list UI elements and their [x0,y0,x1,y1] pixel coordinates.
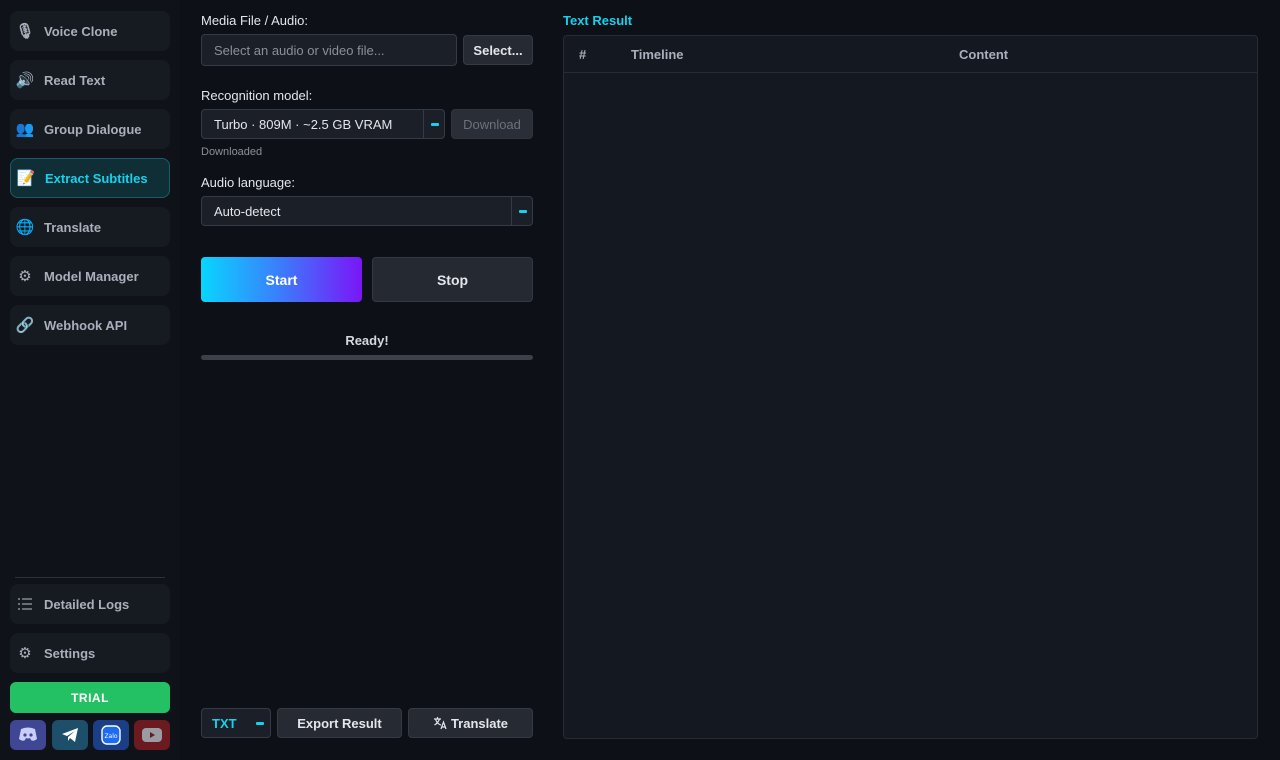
chevron-down-icon[interactable] [511,196,533,226]
progress-bar [201,355,533,360]
microphone-icon: 🎙 [15,22,35,40]
model-status-text: Downloaded [201,146,263,158]
sidebar-item-group-dialogue[interactable]: 👥 Group Dialogue [10,109,170,149]
gear-icon: ⚙ [18,267,32,285]
zalo-icon: Zalo [101,725,121,745]
people-icon: 👥 [15,120,35,138]
svg-text:Zalo: Zalo [104,733,117,740]
audio-language-select[interactable]: Auto-detect [201,196,533,226]
start-button[interactable]: Start [201,257,362,302]
sidebar-item-webhook-api[interactable]: 🔗 Webhook API [10,305,170,345]
recognition-model-select[interactable]: Turbo · 809M · ~2.5 GB VRAM [201,109,445,139]
gear-icon: ⚙ [18,644,32,662]
youtube-button[interactable] [134,720,170,750]
sidebar-item-label: Settings [44,645,96,661]
sidebar-item-voice-clone[interactable]: 🎙 Voice Clone [10,11,170,51]
sidebar-item-label: Group Dialogue [44,121,142,137]
result-title: Text Result [563,13,633,28]
discord-button[interactable] [10,720,46,750]
chevron-down-icon [256,722,264,725]
export-result-button[interactable]: Export Result [277,708,402,738]
download-model-button[interactable]: Download [451,109,533,139]
sidebar-item-label: Model Manager [44,268,139,284]
list-icon [14,593,36,615]
column-header-timeline[interactable]: Timeline [631,47,684,62]
discord-icon [19,727,37,741]
sidebar-item-settings[interactable]: ⚙ Settings [10,633,170,673]
sidebar-item-detailed-logs[interactable]: Detailed Logs [10,584,170,624]
sidebar-item-read-text[interactable]: 🔊 Read Text [10,60,170,100]
audio-language-label: Audio language: [201,175,295,190]
memo-icon: 📝 [16,169,36,187]
link-icon: 🔗 [15,316,35,334]
result-table[interactable]: # Timeline Content [563,35,1258,739]
globe-icon: 🌐 [15,218,35,236]
sidebar-item-label: Read Text [44,72,106,88]
telegram-icon [62,728,78,742]
telegram-button[interactable] [52,720,88,750]
sidebar-item-label: Translate [44,219,102,235]
status-text: Ready! [345,333,389,348]
sidebar-item-model-manager[interactable]: ⚙ Model Manager [10,256,170,296]
chevron-down-icon[interactable] [423,109,445,139]
export-format-select[interactable]: TXT [201,708,271,738]
column-header-content[interactable]: Content [959,47,1008,62]
stop-button[interactable]: Stop [372,257,533,302]
column-header-index[interactable]: # [579,47,586,62]
export-format-value: TXT [212,716,237,731]
sidebar-divider [15,577,165,578]
media-file-label: Media File / Audio: [201,13,308,28]
speaker-icon: 🔊 [15,71,35,89]
translate-button-label: Translate [450,715,509,731]
sidebar-item-label: Voice Clone [44,23,118,39]
recognition-model-label: Recognition model: [201,88,313,103]
result-table-header: # Timeline Content [564,36,1257,73]
select-file-button[interactable]: Select... [463,35,533,65]
sidebar: 🎙 Voice Clone 🔊 Read Text 👥 Group Dialog… [0,0,180,760]
translate-icon [433,717,447,730]
recognition-model-value: Turbo · 809M · ~2.5 GB VRAM [214,116,393,132]
youtube-icon [142,728,162,742]
zalo-button[interactable]: Zalo [93,720,129,750]
audio-language-value: Auto-detect [214,203,281,219]
translate-button[interactable]: Translate [408,708,533,738]
sidebar-item-label: Detailed Logs [44,596,130,612]
sidebar-item-label: Webhook API [44,317,128,333]
sidebar-item-label: Extract Subtitles [45,170,148,186]
media-file-input[interactable]: Select an audio or video file... [201,34,457,66]
sidebar-item-translate[interactable]: 🌐 Translate [10,207,170,247]
trial-button[interactable]: TRIAL [10,682,170,713]
sidebar-item-extract-subtitles[interactable]: 📝 Extract Subtitles [10,158,170,198]
